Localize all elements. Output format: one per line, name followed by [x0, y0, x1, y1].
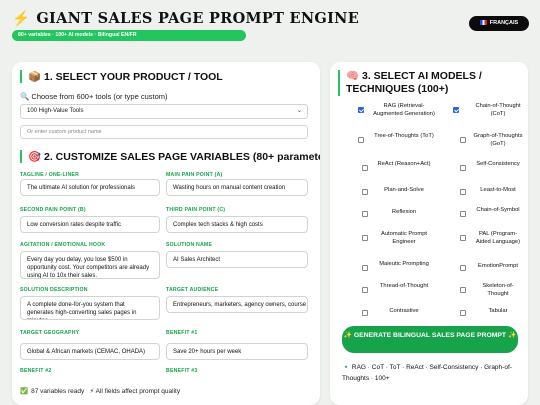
ai-techniques-card: 🧠 3. SELECT AI MODELS / TECHNIQUES (100+…	[330, 62, 528, 405]
french-flag-icon	[479, 20, 487, 26]
solution-name-input[interactable]: AI Sales Architect	[166, 251, 308, 268]
field-label: MAIN PAIN POINT (A)	[166, 172, 223, 178]
bolt-icon: ⚡	[12, 10, 31, 27]
technique-label: RAG (Retrieval-Augmented Generation)	[373, 103, 435, 117]
technique-checkbox[interactable]	[460, 265, 466, 271]
technique-checkbox[interactable]	[362, 165, 368, 171]
field-label: BENEFIT #2	[20, 368, 52, 374]
technique-checkbox[interactable]	[362, 189, 368, 195]
technique-label: ReAct (Reason+Act)	[377, 161, 431, 167]
benefit-1-input[interactable]: Save 20+ hours per week	[166, 343, 308, 360]
technique-checkbox[interactable]	[358, 137, 364, 143]
section2-title: 🎯 2. CUSTOMIZE SALES PAGE VARIABLES (80+…	[20, 150, 320, 163]
product-variables-card: 📦 1. SELECT YOUR PRODUCT / TOOL 🔍 Choose…	[12, 62, 320, 405]
technique-checkbox[interactable]	[358, 107, 364, 113]
technique-checkbox[interactable]	[453, 107, 459, 113]
technique-label: Plan-and-Solve	[384, 187, 424, 193]
technique-tags: 🔹 RAG · CoT · ToT · ReAct · Self-Consist…	[342, 364, 512, 382]
field-label: AGITATION / EMOTIONAL HOOK	[20, 242, 106, 248]
technique-checkbox[interactable]	[362, 310, 368, 316]
technique-label: Maieutic Prompting	[379, 261, 429, 267]
field-label: BENEFIT #3	[166, 368, 198, 374]
technique-checkbox[interactable]	[460, 137, 466, 143]
subtitle-pill: 80+ variables · 100+ AI models · Bilingu…	[12, 30, 246, 41]
tool-select-value: 100 High-Value Tools	[27, 108, 84, 114]
technique-label: Automatic Prompt Engineer	[380, 231, 428, 245]
app-title-text: GIANT SALES PAGE PROMPT ENGINE	[36, 10, 360, 27]
header-bar: ⚡ GIANT SALES PAGE PROMPT ENGINE 80+ vari…	[0, 0, 540, 48]
check-icon: ✅	[20, 388, 29, 395]
section3-title: 🧠 3. SELECT AI MODELS / TECHNIQUES (100+…	[338, 70, 522, 96]
pain-point-a-input[interactable]: Wasting hours on manual content creation	[166, 179, 308, 196]
technique-label: Self-Consistency	[476, 161, 520, 167]
language-toggle-button[interactable]: FRANÇAIS	[469, 16, 529, 31]
field-label: BENEFIT #1	[166, 330, 198, 336]
app-title: ⚡ GIANT SALES PAGE PROMPT ENGINE	[12, 10, 359, 27]
agitation-textarea[interactable]: Every day you delay, you lose $500 in op…	[20, 251, 160, 279]
tagline-input[interactable]: The ultimate AI solution for professiona…	[20, 179, 160, 196]
technique-checkbox[interactable]	[362, 211, 368, 217]
section1-title: 📦 1. SELECT YOUR PRODUCT / TOOL	[20, 70, 223, 83]
technique-checkbox[interactable]	[362, 235, 368, 241]
tool-select[interactable]: 100 High-Value Tools ⌄	[20, 104, 308, 119]
technique-checkbox[interactable]	[362, 265, 368, 271]
technique-label: Reflexion	[391, 209, 417, 215]
language-toggle-label: FRANÇAIS	[489, 20, 519, 26]
field-label: TARGET AUDIENCE	[166, 287, 219, 293]
technique-checkbox[interactable]	[460, 211, 466, 217]
field-label: SOLUTION DESCRIPTION	[20, 287, 88, 293]
generate-prompt-button[interactable]: ✨ GENERATE BILINGUAL SALES PAGE PROMPT ✨	[342, 326, 518, 353]
pain-point-b-input[interactable]: Low conversion rates despite traffic	[20, 216, 160, 233]
technique-checkbox[interactable]	[460, 165, 466, 171]
technique-checkbox[interactable]	[460, 310, 466, 316]
fields-note-text: ⚡ All fields affect prompt quality	[89, 388, 181, 395]
technique-checkbox[interactable]	[460, 235, 466, 241]
technique-checkbox[interactable]	[460, 287, 466, 293]
technique-label: Contrastive	[389, 308, 419, 314]
custom-product-input[interactable]: Or enter custom product name	[20, 125, 308, 139]
variables-ready-text: 87 variables ready	[31, 388, 85, 395]
technique-label: Chain-of-Symbol	[476, 207, 520, 213]
field-label: SECOND PAIN POINT (B)	[20, 207, 86, 213]
technique-label: Least-to-Most	[480, 187, 516, 193]
technique-label: Thread-of-Thought	[379, 283, 429, 289]
field-label: SOLUTION NAME	[166, 242, 213, 248]
technique-label: PAL (Program-Aided Language)	[475, 231, 521, 245]
chevron-down-icon: ⌄	[296, 108, 302, 114]
target-geography-input[interactable]: Global & African markets (CEMAC, OHADA)	[20, 343, 160, 360]
technique-label: Chain-of-Thought (CoT)	[475, 103, 521, 117]
pain-point-c-input[interactable]: Complex tech stacks & high costs	[166, 216, 308, 233]
field-label: THIRD PAIN POINT (C)	[166, 207, 226, 213]
solution-description-textarea[interactable]: A complete done-for-you system that gene…	[20, 296, 160, 320]
technique-checkbox[interactable]	[460, 189, 466, 195]
technique-label: Tree-of-Thoughts (ToT)	[374, 133, 434, 139]
technique-label: Skeleton-of-Thought	[482, 283, 514, 297]
technique-checkbox[interactable]	[362, 287, 368, 293]
field-label: TAGLINE / ONE-LINER	[20, 172, 80, 178]
target-audience-input[interactable]: Entrepreneurs, marketers, agency owners,…	[166, 296, 308, 313]
tool-search-hint: 🔍 Choose from 600+ tools (or type custom…	[20, 92, 168, 101]
variables-status: ✅ 87 variables ready ⚡ All fields affect …	[20, 387, 180, 395]
technique-label: Tabular	[488, 308, 508, 314]
field-label: TARGET GEOGRAPHY	[20, 330, 80, 336]
technique-label: Graph-of-Thoughts (GoT)	[473, 133, 523, 147]
technique-label: EmotionPrompt	[478, 263, 518, 269]
